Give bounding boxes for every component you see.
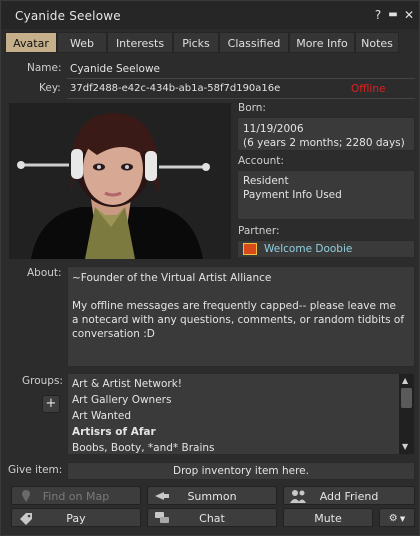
chat-icon	[155, 512, 169, 523]
partner-label: Partner:	[238, 225, 280, 237]
name-label: Name:	[27, 62, 62, 74]
payment-info: Payment Info Used	[243, 189, 342, 201]
mute-button[interactable]: Mute	[283, 508, 373, 527]
avatar-portrait	[9, 103, 231, 259]
avatar-name: Cyanide Seelowe	[70, 63, 160, 75]
born-age: (6 years 2 months; 2280 days)	[243, 137, 405, 149]
add-friend-icon	[290, 490, 306, 503]
price-tag-icon	[20, 513, 32, 525]
chat-label: Chat	[199, 512, 225, 525]
avatar-key: 37df2488-e42c-434b-ab1a-58f7d190a16e	[70, 83, 281, 94]
find-on-map-button[interactable]: Find on Map	[11, 486, 141, 505]
profile-window: Cyanide Seelowe ? ▬ ✕ Avatar Web Interes…	[0, 0, 420, 536]
dropdown-arrow-icon: ▼	[397, 515, 406, 523]
group-item[interactable]: Art Wanted	[72, 410, 131, 422]
find-on-map-label: Find on Map	[42, 490, 110, 503]
pay-button[interactable]: Pay	[11, 508, 141, 527]
account-type: Resident	[243, 175, 289, 187]
key-label: Key:	[39, 82, 61, 94]
about-line-3: a notecard with any questions, comments,…	[72, 314, 405, 326]
tab-interests[interactable]: Interests	[107, 32, 173, 53]
group-item-active[interactable]: Artisrs of Afar	[72, 426, 156, 438]
key-underline	[67, 98, 415, 99]
pay-label: Pay	[66, 512, 86, 525]
groups-label: Groups:	[22, 375, 63, 387]
born-box: 11/19/2006 (6 years 2 months; 2280 days)	[237, 117, 415, 151]
scroll-down-icon[interactable]: ▼	[402, 442, 408, 451]
mute-label: Mute	[314, 512, 342, 525]
tab-picks[interactable]: Picks	[173, 32, 219, 53]
partner-avatar-icon	[243, 243, 257, 255]
add-friend-button[interactable]: Add Friend	[283, 486, 415, 505]
born-date: 11/19/2006	[243, 123, 304, 135]
online-status: Offline	[351, 83, 386, 95]
tab-avatar[interactable]: Avatar	[5, 32, 57, 53]
groups-scrollbar[interactable]: ▲ ▼	[399, 374, 414, 454]
about-line-4: conversation :D	[72, 328, 155, 340]
add-friend-label: Add Friend	[319, 490, 379, 503]
group-item[interactable]: Boobs, Booty, *and* Brains	[72, 442, 215, 454]
minimize-icon[interactable]: ▬	[386, 8, 400, 22]
add-group-button[interactable]: +	[42, 395, 60, 413]
scroll-thumb[interactable]	[401, 388, 412, 408]
about-text[interactable]: ~Founder of the Virtual Artist Alliance …	[67, 266, 415, 367]
name-underline	[67, 78, 415, 79]
map-pin-icon	[22, 490, 30, 502]
profile-picture[interactable]	[9, 103, 231, 259]
inventory-drop-target[interactable]: Drop inventory item here.	[67, 462, 415, 480]
teleport-icon	[155, 492, 169, 500]
partner-link[interactable]: Welcome Doobie	[264, 243, 352, 255]
group-item[interactable]: Art & Artist Network!	[72, 378, 182, 390]
account-label: Account:	[238, 155, 284, 167]
help-icon[interactable]: ?	[371, 8, 385, 22]
chat-button[interactable]: Chat	[147, 508, 277, 527]
title-bar[interactable]: Cyanide Seelowe ? ▬ ✕	[1, 1, 419, 29]
partner-box: Welcome Doobie	[237, 240, 415, 258]
tab-more-info[interactable]: More Info	[289, 32, 355, 53]
close-icon[interactable]: ✕	[402, 8, 416, 22]
about-line-1: ~Founder of the Virtual Artist Alliance	[72, 272, 272, 284]
summon-label: Summon	[187, 490, 237, 503]
tab-classified[interactable]: Classified	[219, 32, 289, 53]
scroll-up-icon[interactable]: ▲	[402, 376, 408, 385]
groups-list[interactable]: Art & Artist Network! Art Gallery Owners…	[67, 373, 415, 455]
account-box: Resident Payment Info Used	[237, 170, 415, 220]
about-line-2: My offline messages are frequently cappe…	[72, 300, 396, 312]
gear-icon: ⚙	[388, 513, 398, 524]
more-options-button[interactable]: ⚙ ▼	[379, 508, 415, 527]
tab-web[interactable]: Web	[57, 32, 107, 53]
give-item-label: Give item:	[8, 464, 63, 476]
window-title: Cyanide Seelowe	[15, 9, 121, 23]
about-label: About:	[27, 267, 62, 279]
tab-notes[interactable]: Notes	[355, 32, 399, 53]
group-item[interactable]: Art Gallery Owners	[72, 394, 171, 406]
born-label: Born:	[238, 102, 266, 114]
summon-button[interactable]: Summon	[147, 486, 277, 505]
drop-target-text: Drop inventory item here.	[173, 465, 309, 477]
